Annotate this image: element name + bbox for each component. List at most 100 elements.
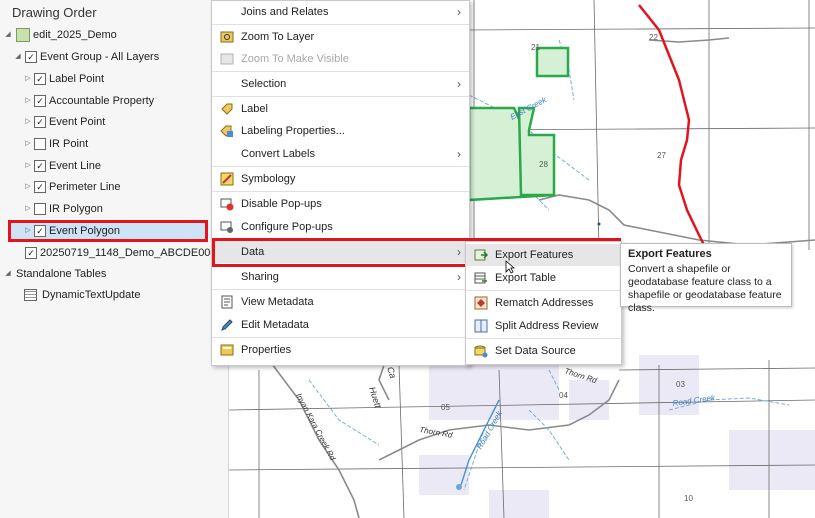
- menu-item-zoom-make-visible: Zoom To Make Visible: [212, 48, 469, 70]
- expand-arrow-icon[interactable]: ▷: [24, 70, 32, 88]
- menu-item-label: Sharing: [241, 271, 279, 283]
- parcel-shade: [419, 455, 469, 495]
- menu-item-label: Edit Metadata: [241, 319, 309, 331]
- menu-item-view-metadata[interactable]: View Metadata: [212, 291, 469, 313]
- checkbox[interactable]: ✓: [34, 95, 46, 107]
- layer-group[interactable]: ◢ ✓ Event Group - All Layers: [0, 48, 228, 66]
- layer-row[interactable]: ▷ ✓ Accountable Property: [0, 92, 228, 110]
- menu-item-label: Properties: [241, 344, 292, 356]
- menu-item-label: Configure Pop-ups: [241, 221, 333, 233]
- export-table-icon: [474, 272, 487, 284]
- expand-arrow-icon[interactable]: ▷: [24, 135, 32, 153]
- menu-item-symbology[interactable]: Symbology: [212, 168, 469, 190]
- menu-item-label: Convert Labels: [241, 148, 315, 160]
- layer-label: Accountable Property: [49, 95, 155, 107]
- menu-item-properties[interactable]: Properties: [212, 339, 469, 361]
- checkbox[interactable]: ✓: [34, 160, 46, 172]
- menu-item-labeling-properties[interactable]: Labeling Properties...: [212, 120, 469, 142]
- layer-row[interactable]: ▷ IR Polygon: [0, 200, 228, 218]
- menu-item-label: Split Address Review: [495, 320, 599, 332]
- view-metadata-icon: [221, 295, 233, 309]
- event-polygon-21[interactable]: [535, 46, 570, 78]
- export-features-icon: [474, 249, 488, 261]
- menu-item-label: Labeling Properties...: [241, 125, 345, 137]
- menu-item-label: View Metadata: [241, 296, 314, 308]
- table-label: DynamicTextUpdate: [42, 289, 141, 301]
- parcel-shade: [729, 430, 815, 490]
- menu-item-sharing[interactable]: Sharing ›: [212, 266, 469, 288]
- layer-label: IR Polygon: [49, 203, 103, 215]
- menu-item-export-table[interactable]: Export Table: [466, 267, 621, 289]
- map-label-21: 21: [531, 43, 540, 52]
- table-row[interactable]: DynamicTextUpdate: [0, 286, 228, 304]
- point-feature: [597, 222, 601, 226]
- menu-item-label: Rematch Addresses: [495, 297, 594, 309]
- menu-item-convert-labels[interactable]: Convert Labels ›: [212, 143, 469, 165]
- layer-row-selected[interactable]: ▷ ✓ Event Polygon: [10, 222, 206, 240]
- labeling-properties-icon: [220, 125, 233, 137]
- layer-row[interactable]: ▷ IR Point: [0, 135, 228, 153]
- checkbox[interactable]: [34, 138, 46, 150]
- menu-item-rematch-addresses[interactable]: Rematch Addresses: [466, 292, 621, 314]
- menu-item-data[interactable]: Data ›: [212, 241, 469, 263]
- menu-item-edit-metadata[interactable]: Edit Metadata: [212, 314, 469, 336]
- checkbox[interactable]: ✓: [25, 51, 37, 63]
- checkbox[interactable]: [34, 203, 46, 215]
- expand-arrow-icon[interactable]: ▷: [24, 157, 32, 175]
- checkbox[interactable]: ✓: [34, 181, 46, 193]
- context-menu: Joins and Relates › Zoom To Layer Zoom T…: [211, 0, 470, 366]
- menu-separator: [212, 239, 469, 240]
- menu-item-label: Zoom To Layer: [241, 31, 315, 43]
- layer-label: Event Line: [49, 160, 101, 172]
- menu-item-split-address-review[interactable]: Split Address Review: [466, 315, 621, 337]
- menu-separator: [212, 24, 469, 25]
- menu-item-label: Selection: [241, 78, 287, 90]
- checkbox[interactable]: ✓: [34, 116, 46, 128]
- collapse-arrow-icon[interactable]: ◢: [4, 265, 12, 283]
- expand-arrow-icon[interactable]: ▷: [24, 222, 32, 240]
- map-label-22: 22: [649, 33, 658, 42]
- event-polygon-28[interactable]: [517, 106, 556, 197]
- layer-row[interactable]: ▷ ✓ Event Point: [0, 113, 228, 131]
- expand-arrow-icon[interactable]: ▷: [24, 92, 32, 110]
- map-label-03: 03: [676, 380, 685, 389]
- collapse-arrow-icon[interactable]: ◢: [4, 26, 12, 44]
- map-label-ca: Ca: [385, 366, 398, 380]
- menu-item-label[interactable]: Label: [212, 98, 469, 120]
- map-icon: [16, 28, 30, 42]
- menu-item-label: Set Data Source: [495, 345, 576, 357]
- pane-title: Drawing Order: [12, 5, 97, 20]
- menu-item-set-data-source[interactable]: Set Data Source: [466, 340, 621, 362]
- rematch-addresses-icon: [474, 296, 488, 310]
- menu-item-label: Disable Pop-ups: [241, 198, 322, 210]
- menu-item-selection[interactable]: Selection ›: [212, 73, 469, 95]
- layer-row[interactable]: ✓ 20250719_1148_Demo_ABCDE000123_: [0, 244, 241, 262]
- menu-separator: [466, 338, 621, 339]
- layer-label: Event Point: [49, 116, 106, 128]
- expand-arrow-icon[interactable]: ▷: [24, 178, 32, 196]
- standalone-tables-header[interactable]: ◢ Standalone Tables: [0, 265, 228, 283]
- menu-item-zoom-to-layer[interactable]: Zoom To Layer: [212, 26, 469, 48]
- checkbox[interactable]: ✓: [34, 225, 46, 237]
- menu-item-export-features[interactable]: Export Features: [466, 244, 621, 266]
- menu-item-label: Symbology: [241, 173, 296, 185]
- menu-item-configure-popups[interactable]: Configure Pop-ups: [212, 216, 469, 238]
- map-label-huett: Huett: [367, 386, 383, 410]
- collapse-arrow-icon[interactable]: ◢: [14, 48, 22, 66]
- expand-arrow-icon[interactable]: ▷: [24, 113, 32, 131]
- menu-item-disable-popups[interactable]: Disable Pop-ups: [212, 193, 469, 215]
- table-icon: [24, 289, 37, 301]
- map-node[interactable]: ◢ edit_2025_Demo: [0, 26, 228, 44]
- checkbox[interactable]: ✓: [34, 73, 46, 85]
- expand-arrow-icon[interactable]: ▷: [24, 200, 32, 218]
- layer-row[interactable]: ▷ ✓ Event Line: [0, 157, 228, 175]
- menu-separator: [212, 71, 469, 72]
- menu-separator: [212, 289, 469, 290]
- menu-separator: [466, 290, 621, 291]
- menu-item-joins-relates[interactable]: Joins and Relates ›: [212, 1, 469, 23]
- layer-row[interactable]: ▷ ✓ Perimeter Line: [0, 178, 228, 196]
- tooltip-title: Export Features: [628, 248, 712, 260]
- configure-popups-icon: [220, 221, 233, 233]
- layer-row[interactable]: ▷ ✓ Label Point: [0, 70, 228, 88]
- checkbox[interactable]: ✓: [25, 247, 37, 259]
